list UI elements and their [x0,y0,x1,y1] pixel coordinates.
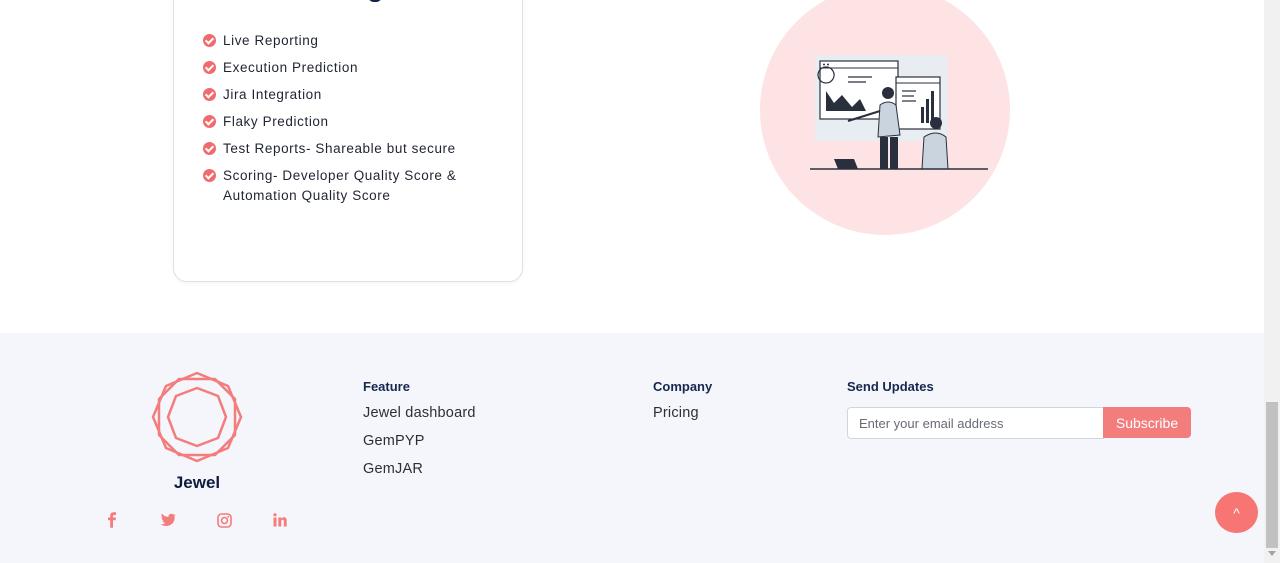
footer-link-gempyp[interactable]: GemPYP [363,433,425,449]
facebook-icon[interactable] [102,510,122,530]
twitter-icon[interactable] [158,510,178,530]
send-updates-title: Send Updates [847,379,934,394]
page: Live Reporting Execution Prediction Jira… [0,0,1280,563]
scrollbar-thumb[interactable] [1266,402,1278,548]
company-column-title: Company [653,379,713,394]
feature-label: Scoring- Developer Quality Score & Autom… [223,168,457,203]
footer-link-gemjar[interactable]: GemJAR [363,461,423,477]
feature-label: Execution Prediction [223,60,359,75]
presentation-illustration [810,55,988,170]
feature-label: Jira Integration [223,87,322,102]
jewel-logo-icon[interactable] [150,370,244,464]
back-to-top-button[interactable]: ^ [1215,492,1258,533]
brand-name: Jewel [173,473,221,492]
feature-list: Live Reporting Execution Prediction Jira… [203,31,503,213]
feature-column-title: Feature [363,379,410,394]
check-circle-icon [203,61,216,74]
footer-link-jewel-dashboard[interactable]: Jewel dashboard [363,405,476,421]
feature-item: Execution Prediction [203,58,503,78]
feature-item: Live Reporting [203,31,503,51]
chevron-up-icon: ^ [1233,504,1240,521]
instagram-icon[interactable] [214,510,234,530]
check-circle-icon [203,34,216,47]
email-input[interactable] [847,407,1104,439]
check-circle-icon [203,115,216,128]
scroll-down-arrow-icon[interactable] [1268,551,1276,556]
feature-label: Live Reporting [223,33,319,48]
check-circle-icon [203,142,216,155]
feature-label: Flaky Prediction [223,114,329,129]
check-circle-icon [203,88,216,101]
feature-label: Test Reports- Shareable but secure [223,141,456,156]
subscribe-button[interactable]: Subscribe [1103,407,1191,438]
footer-link-pricing[interactable]: Pricing [653,405,699,421]
feature-item: Jira Integration [203,85,503,105]
check-circle-icon [203,169,216,182]
linkedin-icon[interactable] [270,510,290,530]
feature-item: Test Reports- Shareable but secure [203,139,503,159]
feature-item: Flaky Prediction [203,112,503,132]
feature-item: Scoring- Developer Quality Score & Autom… [203,166,503,206]
